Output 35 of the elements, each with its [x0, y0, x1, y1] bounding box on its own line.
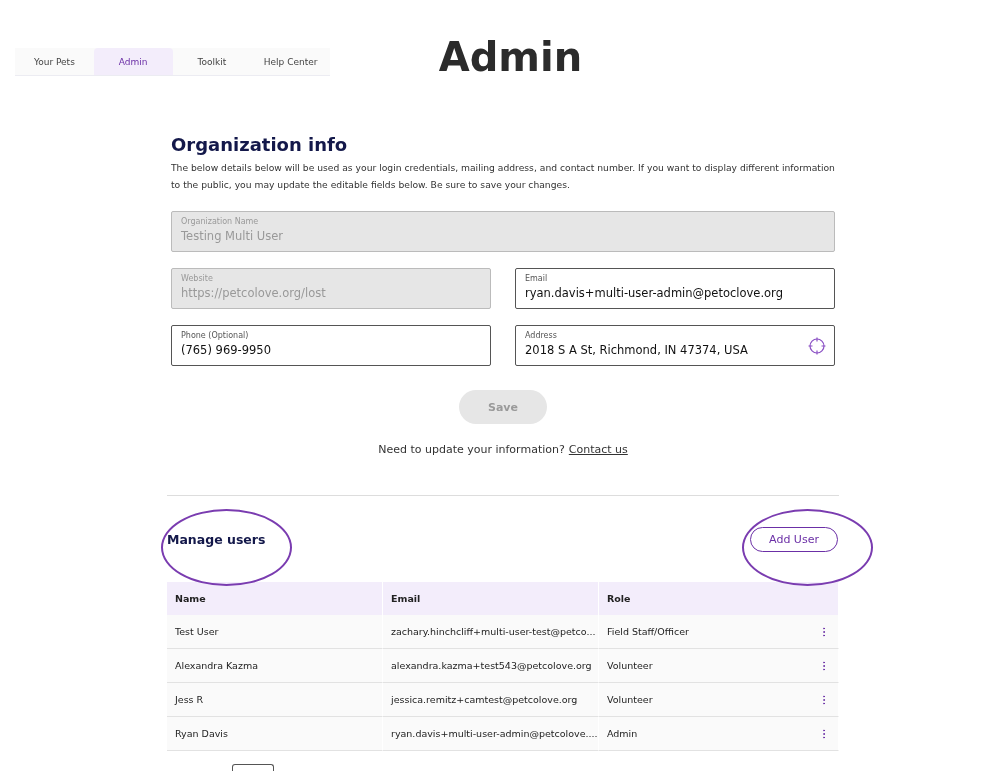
field-label: Email — [525, 274, 549, 283]
input-field[interactable]: Phone (Optional) (765) 969-9950 — [171, 325, 491, 366]
table-cell: Admin — [607, 728, 638, 739]
field-value: ryan.davis+multi-user-admin@petoclove.org — [525, 286, 783, 300]
table-cell: Volunteer — [607, 660, 653, 671]
column-header: Role — [599, 582, 839, 615]
field-label: Organization Name — [181, 217, 260, 226]
table-cell: ryan.davis+multi-user-admin@petcolove.... — [383, 717, 599, 751]
table-cell: zachary.hinchcliff+multi-user-test@petco... — [383, 615, 599, 649]
table-cell: Jess R — [167, 683, 383, 717]
table-cell: Ryan Davis — [167, 717, 383, 751]
table-cell: alexandra.kazma+test543@petcolove.org — [383, 649, 599, 683]
table-cell: Alexandra Kazma — [167, 649, 383, 683]
section-heading: Organization info — [171, 134, 349, 155]
table-cell: jessica.remitz+camtest@petcolove.org — [383, 683, 599, 717]
crosshair-icon[interactable] — [808, 337, 826, 355]
help-text: Need to update your information? — [378, 443, 565, 456]
field-value: (765) 969-9950 — [181, 343, 271, 357]
field-value: 2018 S A St, Richmond, IN 47374, USA — [525, 343, 748, 357]
contact-link[interactable]: Contact us — [568, 443, 628, 456]
table-cell: Test User — [167, 615, 383, 649]
input-field[interactable]: Email ryan.davis+multi-user-admin@petoclove.org — [515, 268, 835, 309]
field-label: Address — [525, 331, 558, 340]
add-user-button[interactable]: Add User — [750, 526, 838, 552]
section-heading: Manage users — [167, 531, 266, 547]
column-header: Email — [383, 582, 599, 615]
table-cell: Volunteer — [607, 694, 653, 705]
table-cell: Field Staff/Officer — [607, 626, 689, 637]
nav-tab[interactable]: Admin — [93, 48, 173, 75]
column-header: Name — [167, 582, 383, 615]
section-description: The below details below will be used as your login credentials, mailing address, and contact number. If you want to display different information to the public, you may update the editable fields below. Be sure to save your changes. — [171, 161, 835, 192]
field-label: Phone (Optional) — [181, 331, 250, 340]
field-label: Website — [181, 274, 214, 283]
page-title: Admin — [437, 34, 584, 80]
input-field[interactable]: Address 2018 S A St, Richmond, IN 47374, USA — [515, 325, 835, 366]
